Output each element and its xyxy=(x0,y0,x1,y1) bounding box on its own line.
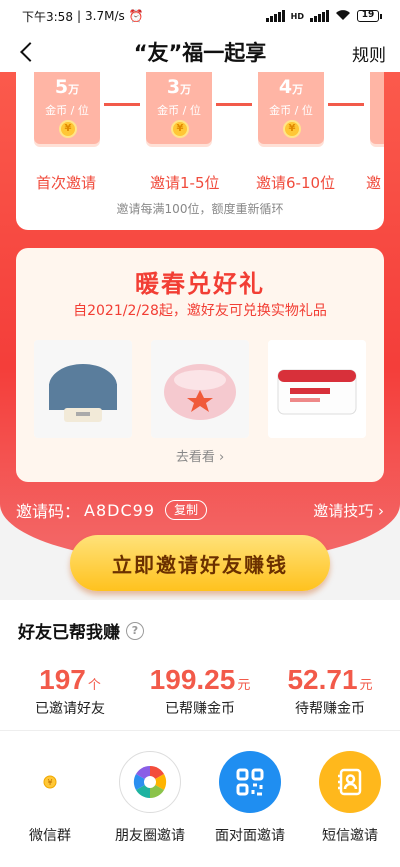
invite-code-label: 邀请码： xyxy=(16,502,81,521)
help-icon[interactable]: ? xyxy=(126,621,144,640)
earnings-section: 好友已帮我赚 ? 197 个 已邀请好友 199.25 元 已帮赚金币 52.71 元… xyxy=(0,600,400,730)
share-sms[interactable]: 短信邀请 xyxy=(300,751,400,845)
status-time: 下午3:58 xyxy=(22,9,73,24)
page-title: “友”福一起享 xyxy=(133,41,267,65)
contact-card-icon xyxy=(319,751,381,813)
tier-label: 邀请1-5位 xyxy=(150,174,220,192)
earnings-title: 好友已帮我赚 ? xyxy=(18,618,144,643)
tier-2: 3万 金币 / 位 ¥ xyxy=(146,72,212,147)
camera-aperture-icon xyxy=(119,751,181,813)
invite-code-value: A8DC99 xyxy=(84,500,155,520)
share-face-to-face[interactable]: 面对面邀请 xyxy=(200,751,300,845)
invite-tips-link[interactable]: 邀请技巧 › xyxy=(313,500,384,521)
tier-label: 邀 xyxy=(366,174,382,192)
reward-tiers-card: 5万 金币 / 位 ¥ 3万 金币 / 位 ¥ 4万 金币 / 位 ¥ 首次邀请… xyxy=(16,72,384,230)
qr-code-icon xyxy=(219,751,281,813)
share-wechat-group[interactable]: ¥ 微信群 xyxy=(0,751,100,845)
cell-signal-2-icon xyxy=(310,10,329,22)
product-wipes[interactable] xyxy=(268,340,366,438)
svg-text:¥: ¥ xyxy=(47,778,52,787)
stat-earned-coins: 199.25 元 已帮赚金币 xyxy=(149,664,251,717)
tier-label: 首次邀请 xyxy=(36,174,97,192)
invite-code-row: 邀请码： A8DC99 复制 邀请技巧 › xyxy=(16,496,384,524)
share-moments[interactable]: 朋友圈邀请 xyxy=(100,751,200,845)
invite-friends-button[interactable]: 立即邀请好友赚钱 xyxy=(70,535,330,591)
tier-1: 5万 金币 / 位 ¥ xyxy=(34,72,100,147)
coin-icon: ¥ xyxy=(171,120,189,138)
tier-connector xyxy=(216,103,252,106)
see-more-link[interactable]: 去看看 › xyxy=(16,446,384,465)
stat-pending-coins: 52.71 元 待帮赚金币 xyxy=(287,664,373,717)
tier-3: 4万 金币 / 位 ¥ xyxy=(258,72,324,147)
product-scarf[interactable] xyxy=(151,340,249,438)
stat-invited-friends: 197 个 已邀请好友 xyxy=(35,664,105,717)
nav-bar: “友”福一起享 规则 xyxy=(0,32,400,72)
tier-label: 邀请6-10位 xyxy=(256,174,336,192)
tier-4 xyxy=(370,72,384,147)
coin-icon: ¥ xyxy=(283,120,301,138)
wifi-icon xyxy=(335,9,351,24)
tier-note: 邀请每满100位，额度重新循环 xyxy=(116,202,284,216)
coin-icon: ¥ xyxy=(19,751,81,813)
product-speaker[interactable] xyxy=(34,340,132,438)
battery-icon: 19 xyxy=(357,10,382,22)
coin-icon: ¥ xyxy=(59,120,77,138)
promo-card[interactable]: 暖春兑好礼 自2021/2/28起，邀好友可兑换实物礼品 去看看 › xyxy=(16,248,384,482)
alarm-icon: ⏰ xyxy=(128,9,144,23)
tier-connector xyxy=(328,103,364,106)
promo-subtitle: 自2021/2/28起，邀好友可兑换实物礼品 xyxy=(73,303,327,319)
status-bar: 下午3:58 | 3.7M/s ⏰ HD 19 xyxy=(0,0,400,32)
share-bar: ¥ 微信群 朋友圈邀请 面对面邀请 短信邀请 xyxy=(0,730,400,867)
rules-link[interactable]: 规则 xyxy=(352,41,386,66)
promo-title: 暖春兑好礼 xyxy=(135,270,265,298)
network-type: HD xyxy=(290,11,304,21)
back-icon[interactable] xyxy=(12,36,42,68)
cell-signal-icon xyxy=(265,10,285,22)
network-speed: 3.7M/s xyxy=(85,9,125,23)
tier-connector xyxy=(104,103,140,106)
copy-button[interactable]: 复制 xyxy=(165,500,208,520)
